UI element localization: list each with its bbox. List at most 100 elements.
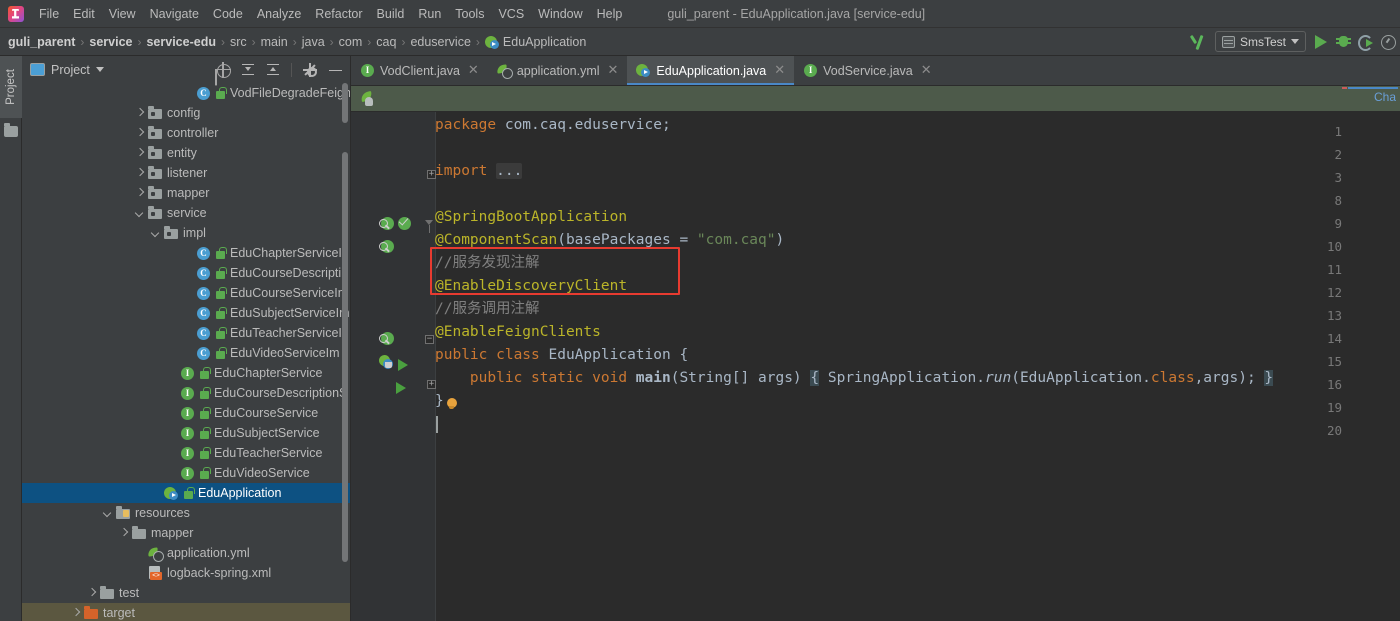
spring-context-icon[interactable] (361, 91, 377, 107)
chevron-down-icon[interactable] (150, 228, 161, 239)
tool-window-button-project[interactable]: Project (0, 56, 22, 118)
tree-item-mapper[interactable]: mapper (22, 183, 350, 203)
menu-vcs[interactable]: VCS (491, 5, 531, 23)
tree-item-resources[interactable]: resources (22, 503, 350, 523)
close-icon[interactable]: ✕ (774, 64, 785, 77)
editor-tab-vodservice[interactable]: VodService.java ✕ (794, 56, 941, 85)
spring-bean-icon[interactable] (379, 331, 395, 347)
menu-view[interactable]: View (102, 5, 143, 23)
tree-item-logback-spring-xml[interactable]: logback-spring.xml (22, 563, 350, 583)
tree-item-educourseserviceim[interactable]: EduCourseServiceIm (22, 283, 350, 303)
project-tree[interactable]: VodFileDegradeFeignC config controller enti… (22, 83, 350, 621)
tree-item-target[interactable]: target (22, 603, 350, 621)
run-configuration-selector[interactable]: SmsTest (1214, 31, 1306, 52)
code-editor[interactable]: 1 2 3 8 9 10 11 12 13 14 15 16 19 20 + −… (351, 112, 1400, 621)
app-logo-icon (8, 5, 24, 22)
menu-navigate[interactable]: Navigate (143, 5, 206, 23)
menu-tools[interactable]: Tools (448, 5, 491, 23)
run-button[interactable] (1315, 34, 1327, 49)
tree-item-controller[interactable]: controller (22, 123, 350, 143)
chevron-right-icon[interactable] (134, 168, 145, 179)
tree-item-edusubjectservice[interactable]: EduSubjectService (22, 423, 350, 443)
breadcrumb-com[interactable]: com (335, 35, 367, 49)
run-arrow-icon[interactable] (398, 359, 408, 371)
chevron-right-icon[interactable] (118, 528, 129, 539)
tree-item-listener[interactable]: listener (22, 163, 350, 183)
fold-collapse-class[interactable]: − (425, 335, 434, 344)
spring-config-ok-icon[interactable] (396, 216, 412, 232)
tree-item-config[interactable]: config (22, 103, 350, 123)
tree-item-application-yml[interactable]: application.yml (22, 543, 350, 563)
chevron-right-icon[interactable] (134, 148, 145, 159)
project-tree-scrollbar-top[interactable] (342, 83, 348, 123)
close-icon[interactable]: ✕ (608, 64, 619, 77)
close-icon[interactable]: ✕ (468, 64, 479, 77)
tree-item-educoursedescripti[interactable]: EduCourseDescripti (22, 263, 350, 283)
menu-edit[interactable]: Edit (66, 5, 102, 23)
expand-all-icon[interactable] (241, 63, 255, 77)
menu-help[interactable]: Help (590, 5, 630, 23)
menu-analyze[interactable]: Analyze (250, 5, 308, 23)
tree-item-mapper[interactable]: mapper (22, 523, 350, 543)
tree-item-educhapterservicei[interactable]: EduChapterServiceI (22, 243, 350, 263)
breadcrumb-service-edu[interactable]: service-edu (142, 35, 219, 49)
breadcrumb-eduservice[interactable]: eduservice (406, 35, 474, 49)
debug-button[interactable] (1336, 34, 1351, 49)
chevron-right-icon[interactable] (134, 128, 145, 139)
editor-tab-eduapplication[interactable]: EduApplication.java ✕ (627, 56, 795, 85)
menu-file[interactable]: File (32, 5, 66, 23)
menu-window[interactable]: Window (531, 5, 589, 23)
chevron-down-icon[interactable] (102, 508, 113, 519)
breadcrumb-eduapplication[interactable]: EduApplication (481, 35, 590, 49)
chevron-down-icon[interactable] (95, 67, 104, 72)
tree-item-eduapplication[interactable]: EduApplication (22, 483, 350, 503)
intention-bulb-icon[interactable] (446, 398, 457, 410)
chevron-right-icon[interactable] (134, 108, 145, 119)
chevron-down-icon[interactable] (134, 208, 145, 219)
settings-gear-icon[interactable] (303, 63, 317, 77)
tree-item-educoursedescriptions[interactable]: EduCourseDescriptionS (22, 383, 350, 403)
collapse-all-icon[interactable] (266, 63, 280, 77)
tree-item-entity[interactable]: entity (22, 143, 350, 163)
profile-button[interactable] (1380, 34, 1396, 50)
editor-tab-application-yml[interactable]: application.yml ✕ (488, 56, 628, 85)
tree-item-test[interactable]: test (22, 583, 350, 603)
update-project-icon[interactable] (1190, 33, 1208, 51)
breadcrumb-main[interactable]: main (257, 35, 292, 49)
run-with-coverage-button[interactable] (1358, 34, 1373, 51)
chevron-right-icon[interactable] (70, 608, 81, 619)
project-tree-scrollbar[interactable] (342, 152, 348, 562)
tree-item-educhapterservice[interactable]: EduChapterService (22, 363, 350, 383)
tree-item-impl[interactable]: impl (22, 223, 350, 243)
code-text[interactable]: package com.caq.eduservice; import ... @… (435, 112, 1400, 621)
tree-item-vodfiledegradefeignc[interactable]: VodFileDegradeFeignC (22, 83, 350, 103)
breadcrumb-caq[interactable]: caq (372, 35, 400, 49)
close-icon[interactable]: ✕ (921, 64, 932, 77)
menu-refactor[interactable]: Refactor (308, 5, 369, 23)
locate-icon[interactable] (215, 61, 231, 78)
tree-item-label: EduCourseDescriptionS (214, 386, 348, 400)
breadcrumb-guli-parent[interactable]: guli_parent (4, 35, 79, 49)
spring-bean-icon[interactable] (379, 239, 395, 255)
tree-item-eduvideoservice[interactable]: EduVideoService (22, 463, 350, 483)
tree-item-educourseservice[interactable]: EduCourseService (22, 403, 350, 423)
hide-panel-icon[interactable] (328, 63, 342, 77)
menu-run[interactable]: Run (411, 5, 448, 23)
editor-tab-vodclient[interactable]: VodClient.java ✕ (351, 56, 488, 85)
tree-item-eduteacherservice[interactable]: EduTeacherService (22, 443, 350, 463)
menu-build[interactable]: Build (370, 5, 412, 23)
spring-bean-icon[interactable] (379, 216, 395, 232)
breadcrumb-service[interactable]: service (85, 35, 136, 49)
run-arrow-icon[interactable] (396, 382, 406, 394)
chevron-right-icon[interactable] (134, 188, 145, 199)
breadcrumb-src[interactable]: src (226, 35, 251, 49)
tree-item-eduvideoserviceim[interactable]: EduVideoServiceIm (22, 343, 350, 363)
tree-item-edusubjectserviceim[interactable]: EduSubjectServiceIm (22, 303, 350, 323)
tree-item-service[interactable]: service (22, 203, 350, 223)
tree-item-eduteacherservicei[interactable]: EduTeacherServiceI (22, 323, 350, 343)
spring-boot-run-icon[interactable] (378, 354, 394, 370)
menu-code[interactable]: Code (206, 5, 250, 23)
project-folder-icon[interactable] (4, 123, 18, 137)
breadcrumb-java[interactable]: java (298, 35, 329, 49)
chevron-right-icon[interactable] (86, 588, 97, 599)
